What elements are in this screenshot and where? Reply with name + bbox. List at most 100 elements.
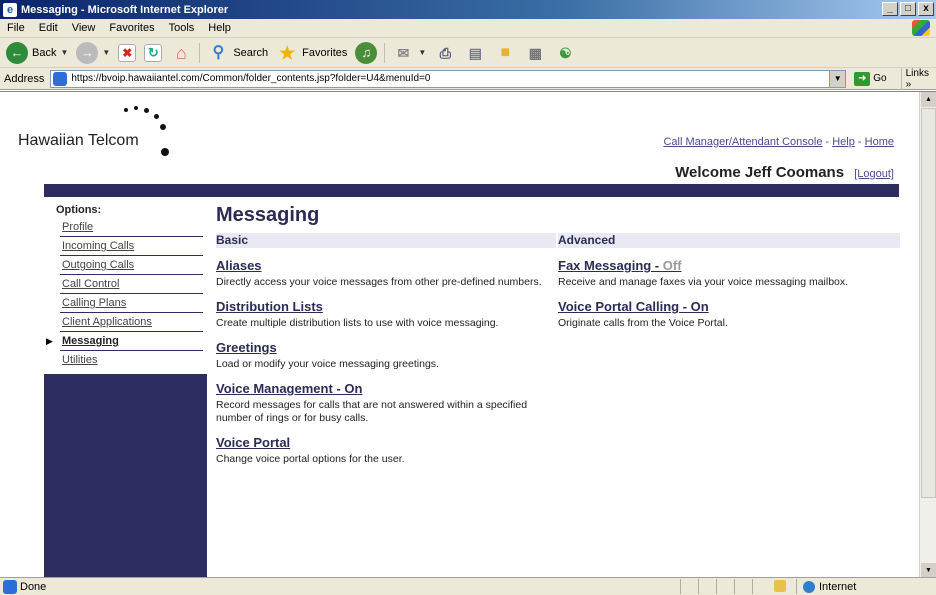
- menu-tools[interactable]: Tools: [162, 22, 202, 34]
- sidebar-item-label[interactable]: Messaging: [62, 335, 119, 347]
- address-url[interactable]: https://bvoip.hawaiiantel.com/Common/fol…: [71, 73, 430, 84]
- basic-column: Basic Aliases Directly access your voice…: [216, 233, 556, 466]
- sidebar-item-outgoing-calls[interactable]: Outgoing Calls: [60, 256, 203, 275]
- sidebar-item-messaging[interactable]: ▶ Messaging: [46, 332, 203, 351]
- fax-messaging-description: Receive and manage faxes via your voice …: [558, 276, 849, 288]
- stop-icon: ✖: [118, 43, 137, 62]
- lock-icon: [774, 580, 786, 592]
- home-link[interactable]: Home: [865, 136, 894, 148]
- voice-portal-link[interactable]: Voice Portal: [216, 435, 290, 450]
- voice-portal-calling-link[interactable]: Voice Portal Calling - On: [558, 299, 709, 314]
- voice-portal-calling-description: Originate calls from the Voice Portal.: [558, 317, 728, 329]
- sidebar-item-label[interactable]: Outgoing Calls: [62, 259, 134, 271]
- option-aliases: Aliases Directly access your voice messa…: [216, 258, 556, 289]
- advanced-heading: Advanced: [558, 233, 900, 248]
- menu-help[interactable]: Help: [201, 22, 238, 34]
- edit-button[interactable]: ▤: [460, 40, 490, 66]
- option-voice-portal-calling: Voice Portal Calling - On Originate call…: [558, 299, 900, 330]
- back-button[interactable]: ← Back ▼: [2, 40, 72, 66]
- sidebar-item-incoming-calls[interactable]: Incoming Calls: [60, 237, 203, 256]
- address-input[interactable]: https://bvoip.hawaiiantel.com/Common/fol…: [50, 69, 847, 88]
- mail-button[interactable]: ✉ ▼: [388, 40, 430, 66]
- back-dropdown-icon[interactable]: ▼: [60, 48, 68, 57]
- help-link[interactable]: Help: [832, 136, 855, 148]
- sidebar-item-profile[interactable]: Profile: [60, 218, 203, 237]
- folder-icon: ■: [500, 43, 511, 61]
- messenger-button[interactable]: ☯: [550, 40, 580, 66]
- call-manager-link[interactable]: Call Manager/Attendant Console: [663, 136, 822, 148]
- close-button[interactable]: x: [918, 2, 934, 16]
- media-button[interactable]: ♫: [351, 40, 381, 66]
- sidebar-item-label[interactable]: Calling Plans: [62, 297, 126, 309]
- aliases-link[interactable]: Aliases: [216, 258, 262, 273]
- toolbar: ← Back ▼ → ▼ ✖ ↻ ⌂ ⚲ Search ★ Favorites …: [0, 38, 936, 68]
- fax-messaging-title: Fax Messaging -: [558, 258, 663, 273]
- menu-favorites[interactable]: Favorites: [102, 22, 161, 34]
- sidebar-item-client-applications[interactable]: Client Applications: [60, 313, 203, 332]
- sidebar-item-utilities[interactable]: Utilities: [60, 351, 203, 370]
- scroll-down-icon[interactable]: ▼: [921, 563, 936, 577]
- active-arrow-icon: ▶: [46, 336, 53, 346]
- hawaiian-telcom-logo[interactable]: Hawaiian Telcom: [18, 132, 139, 150]
- page-viewport: Hawaiian Telcom Call Manager/Attendant C…: [0, 91, 936, 577]
- sidebar-item-call-control[interactable]: Call Control: [60, 275, 203, 294]
- title-bar: e Messaging - Microsoft Internet Explore…: [0, 0, 936, 19]
- aliases-description: Directly access your voice messages from…: [216, 276, 542, 288]
- window-controls: _ □ x: [882, 2, 934, 16]
- menu-bar: File Edit View Favorites Tools Help: [0, 19, 936, 38]
- favorites-button[interactable]: ★ Favorites: [272, 40, 351, 66]
- folder-button[interactable]: ■: [490, 40, 520, 66]
- sidebar-item-label[interactable]: Utilities: [62, 354, 97, 366]
- print-button[interactable]: ⎙: [430, 40, 460, 66]
- sidebar-item-label[interactable]: Incoming Calls: [62, 240, 134, 252]
- menu-file[interactable]: File: [0, 22, 32, 34]
- sidebar-item-label[interactable]: Call Control: [62, 278, 119, 290]
- window-title: Messaging - Microsoft Internet Explorer: [21, 3, 229, 16]
- options-title: Options:: [56, 204, 102, 216]
- windows-logo-icon: [912, 20, 930, 36]
- mail-dropdown-icon[interactable]: ▼: [418, 48, 426, 57]
- research-icon: ▦: [528, 44, 542, 61]
- links-button[interactable]: Links »: [900, 67, 936, 90]
- scroll-up-icon[interactable]: ▲: [921, 92, 936, 107]
- favorites-label: Favorites: [302, 46, 348, 59]
- forward-dropdown-icon[interactable]: ▼: [102, 48, 110, 57]
- vertical-scrollbar[interactable]: ▲ ▼: [919, 92, 936, 577]
- main-content: Messaging Basic Aliases Directly access …: [216, 204, 900, 465]
- greetings-link[interactable]: Greetings: [216, 340, 277, 355]
- status-panes: [680, 579, 790, 594]
- zone-text: Internet: [819, 580, 857, 593]
- refresh-button[interactable]: ↻: [140, 40, 166, 66]
- voice-management-link[interactable]: Voice Management - On: [216, 381, 362, 396]
- maximize-button[interactable]: □: [900, 2, 916, 16]
- go-button[interactable]: ➜ Go: [854, 71, 887, 86]
- fax-messaging-link[interactable]: Fax Messaging - Off: [558, 258, 682, 273]
- globe-icon: [803, 580, 815, 593]
- home-button[interactable]: ⌂: [166, 40, 196, 66]
- logout-link[interactable]: [Logout]: [854, 168, 894, 180]
- minimize-button[interactable]: _: [882, 2, 898, 16]
- link-separator: -: [857, 136, 862, 148]
- sidebar-item-label[interactable]: Client Applications: [62, 316, 152, 328]
- forward-button[interactable]: → ▼: [72, 40, 114, 66]
- stop-button[interactable]: ✖: [114, 40, 140, 66]
- address-label: Address: [4, 72, 45, 85]
- sidebar-item-label[interactable]: Profile: [62, 221, 93, 233]
- menu-view[interactable]: View: [65, 22, 103, 34]
- greetings-description: Load or modify your voice messaging gree…: [216, 358, 439, 370]
- ie-icon: e: [3, 2, 17, 17]
- menu-edit[interactable]: Edit: [32, 22, 65, 34]
- research-button[interactable]: ▦: [520, 40, 550, 66]
- page-title: Messaging: [216, 204, 320, 226]
- distribution-lists-link[interactable]: Distribution Lists: [216, 299, 323, 314]
- back-label: Back: [32, 46, 57, 59]
- toolbar-separator: [384, 42, 386, 63]
- address-dropdown-icon[interactable]: ▼: [829, 70, 846, 87]
- sidebar-item-calling-plans[interactable]: Calling Plans: [60, 294, 203, 313]
- media-icon: ♫: [355, 41, 378, 64]
- scrollbar-thumb[interactable]: [921, 108, 936, 498]
- search-label: Search: [233, 46, 269, 59]
- search-icon: ⚲: [212, 43, 225, 61]
- status-text: Done: [20, 580, 47, 593]
- search-button[interactable]: ⚲ Search: [203, 40, 272, 66]
